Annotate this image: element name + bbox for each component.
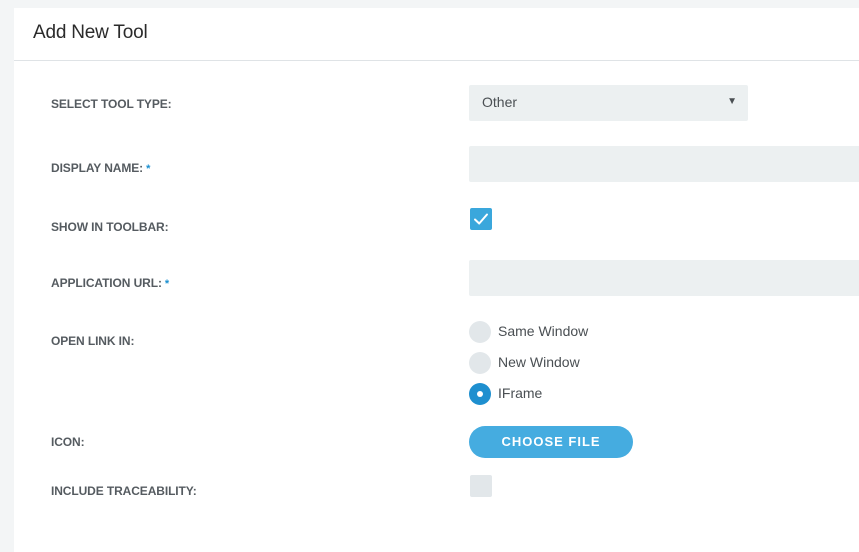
tool-type-select[interactable]: Other ▼ (469, 85, 748, 121)
radio-button[interactable] (469, 321, 491, 343)
tool-type-label: SELECT TOOL TYPE: (51, 97, 172, 111)
radio-button-selected[interactable] (469, 383, 491, 405)
radio-label: IFrame (498, 385, 543, 401)
icon-label-text: ICON: (51, 435, 85, 449)
panel-header: Add New Tool (14, 8, 859, 61)
radio-dot-icon (477, 391, 483, 397)
radio-label: Same Window (498, 323, 589, 339)
radio-label: New Window (498, 354, 580, 370)
icon-label: ICON: (51, 435, 85, 449)
include-traceability-label: INCLUDE TRACEABILITY: (51, 484, 197, 498)
application-url-label-text: APPLICATION URL: (51, 276, 162, 290)
show-in-toolbar-label: SHOW IN TOOLBAR: (51, 220, 169, 234)
display-name-label-text: DISPLAY NAME: (51, 161, 144, 175)
tool-type-label-text: SELECT TOOL TYPE: (51, 97, 172, 111)
add-tool-panel: Add New Tool SELECT TOOL TYPE: Other ▼ D… (14, 8, 859, 552)
display-name-input[interactable] (469, 146, 859, 182)
open-link-in-label-text: OPEN LINK IN: (51, 334, 135, 348)
required-marker: * (164, 278, 170, 290)
checkmark-icon (474, 213, 488, 225)
include-traceability-checkbox[interactable] (470, 475, 492, 497)
page-title: Add New Tool (33, 22, 148, 43)
display-name-label: DISPLAY NAME: * (51, 161, 150, 175)
open-link-in-label: OPEN LINK IN: (51, 334, 134, 348)
tool-type-selected-value: Other (482, 94, 518, 110)
show-in-toolbar-label-text: SHOW IN TOOLBAR: (51, 220, 169, 234)
application-url-label: APPLICATION URL: * (51, 276, 169, 290)
application-url-input[interactable] (469, 260, 859, 296)
radio-button[interactable] (469, 352, 491, 374)
dropdown-arrow-icon: ▼ (727, 96, 737, 107)
show-in-toolbar-checkbox[interactable] (470, 208, 492, 230)
choose-file-button[interactable]: CHOOSE FILE (469, 426, 633, 458)
required-marker: * (146, 163, 151, 175)
include-traceability-label-text: INCLUDE TRACEABILITY: (51, 484, 197, 498)
